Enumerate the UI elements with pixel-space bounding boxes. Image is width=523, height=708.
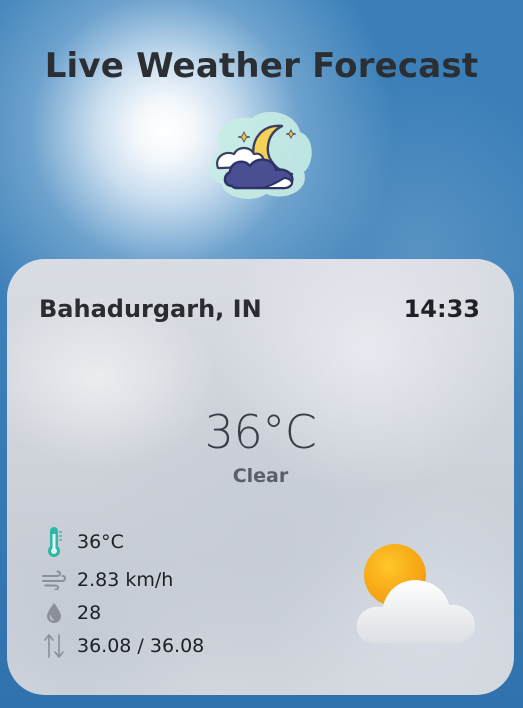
droplet-icon (40, 598, 68, 628)
stat-min-max-value: 36.08 / 36.08 (77, 635, 205, 657)
current-temperature: 36°C (204, 405, 317, 459)
stat-humidity-value: 28 (77, 602, 102, 624)
min-max-arrows-icon (40, 631, 68, 661)
city-label: Bahadurgarh, IN (39, 295, 262, 323)
moon-cloud-icon (209, 111, 312, 199)
page: { "header": { "title": "Live Weather For… (0, 0, 523, 708)
local-time: 14:33 (403, 295, 480, 323)
stat-min-max: 36.08 / 36.08 (40, 631, 204, 661)
page-title: Live Weather Forecast (44, 46, 479, 86)
stat-wind-value: 2.83 km/h (77, 569, 174, 591)
weather-condition: Clear (232, 465, 289, 487)
stat-temperature: 36°C (40, 527, 124, 557)
sun-behind-cloud-icon (356, 544, 475, 643)
stat-wind: 2.83 km/h (40, 565, 173, 595)
stat-humidity: 28 (40, 598, 101, 628)
wind-icon (40, 565, 68, 595)
weather-card: Bahadurgarh, IN 14:33 36°C Clear 36°C 2.… (7, 259, 514, 695)
thermometer-icon (40, 527, 68, 557)
stat-temperature-value: 36°C (77, 531, 124, 553)
